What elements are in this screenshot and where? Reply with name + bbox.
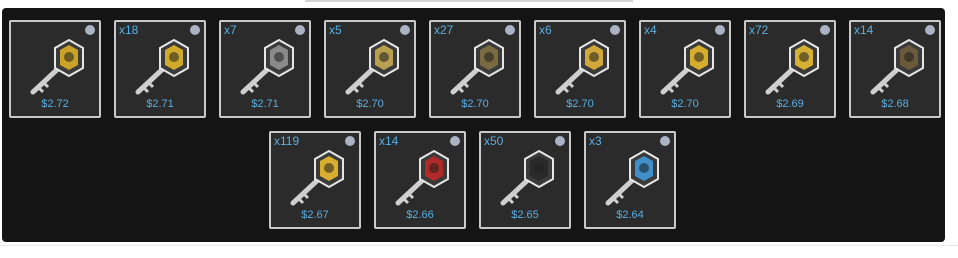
inventory-item-tile[interactable]: x4 $2.70	[639, 20, 731, 118]
item-price: $2.68	[881, 98, 909, 110]
item-price: $2.64	[616, 209, 644, 221]
inventory-item-tile[interactable]: x7 $2.71	[219, 20, 311, 118]
inventory-item-tile[interactable]: x14 $2.68	[849, 20, 941, 118]
inventory-item-tile[interactable]: x50 $2.65	[479, 131, 571, 229]
inventory-item-tile[interactable]: x18 $2.71	[114, 20, 206, 118]
inventory-item-tile[interactable]: x27 $2.70	[429, 20, 521, 118]
inventory-item-tile[interactable]: x3 $2.64	[584, 131, 676, 229]
item-price: $2.65	[511, 209, 539, 221]
item-price: $2.71	[146, 98, 174, 110]
inventory-row-2: x119 $2.67 x14 $2.66 x50 $2.65 x3 $2.64	[269, 131, 676, 229]
item-price: $2.70	[356, 98, 384, 110]
divider	[0, 245, 958, 246]
item-price: $2.71	[251, 98, 279, 110]
top-tab-strip	[305, 0, 633, 2]
item-price: $2.69	[776, 98, 804, 110]
item-price: $2.70	[566, 98, 594, 110]
inventory-item-tile[interactable]: x5 $2.70	[324, 20, 416, 118]
item-price: $2.66	[406, 209, 434, 221]
inventory-item-tile[interactable]: x72 $2.69	[744, 20, 836, 118]
inventory-item-tile[interactable]: $2.72	[9, 20, 101, 118]
item-price: $2.67	[301, 209, 329, 221]
item-price: $2.70	[461, 98, 489, 110]
inventory-item-tile[interactable]: x6 $2.70	[534, 20, 626, 118]
item-price: $2.72	[41, 98, 69, 110]
inventory-row-1: $2.72 x18 $2.71 x7 $2.71 x5 $2.70 x27 $2.70 x…	[9, 20, 941, 118]
inventory-item-tile[interactable]: x119 $2.67	[269, 131, 361, 229]
item-price: $2.70	[671, 98, 699, 110]
inventory-item-tile[interactable]: x14 $2.66	[374, 131, 466, 229]
